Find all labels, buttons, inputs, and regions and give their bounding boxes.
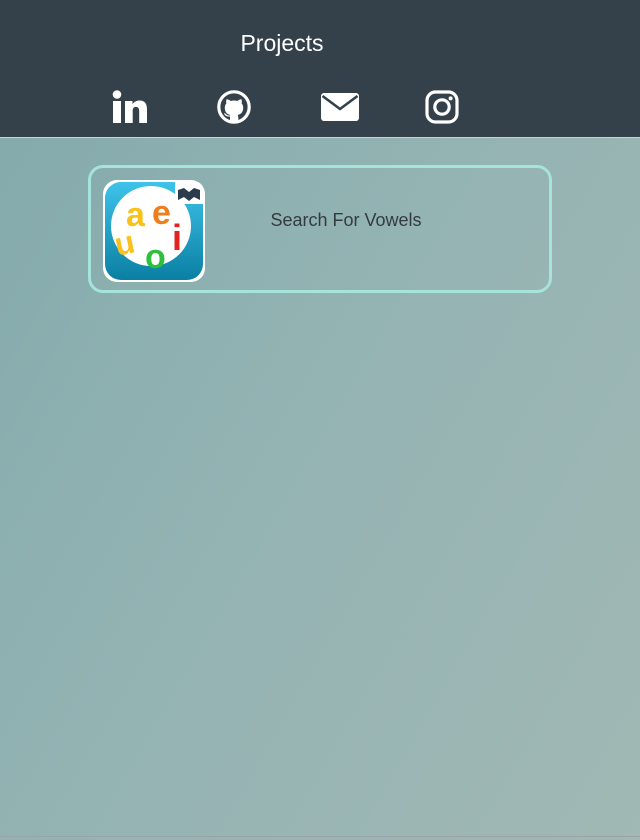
divider xyxy=(0,836,640,837)
vowel-letter-o: o xyxy=(145,238,166,276)
vowels-app-icon: a e u o i xyxy=(103,180,205,282)
project-title: Search For Vowels xyxy=(270,210,422,230)
linkedin-link[interactable] xyxy=(108,86,152,128)
envelope-icon xyxy=(321,93,359,121)
project-card[interactable]: a e u o i Search For Vowels xyxy=(88,165,552,293)
site-header: Projects xyxy=(0,0,640,138)
instagram-icon xyxy=(425,90,459,124)
vowel-letter-e: e xyxy=(152,194,171,232)
instagram-link[interactable] xyxy=(422,86,462,128)
email-link[interactable] xyxy=(318,86,362,128)
vowel-letter-i: i xyxy=(172,217,182,258)
github-icon xyxy=(217,90,251,124)
linkedin-icon xyxy=(112,90,147,123)
github-link[interactable] xyxy=(214,86,254,128)
page-title: Projects xyxy=(240,30,324,56)
